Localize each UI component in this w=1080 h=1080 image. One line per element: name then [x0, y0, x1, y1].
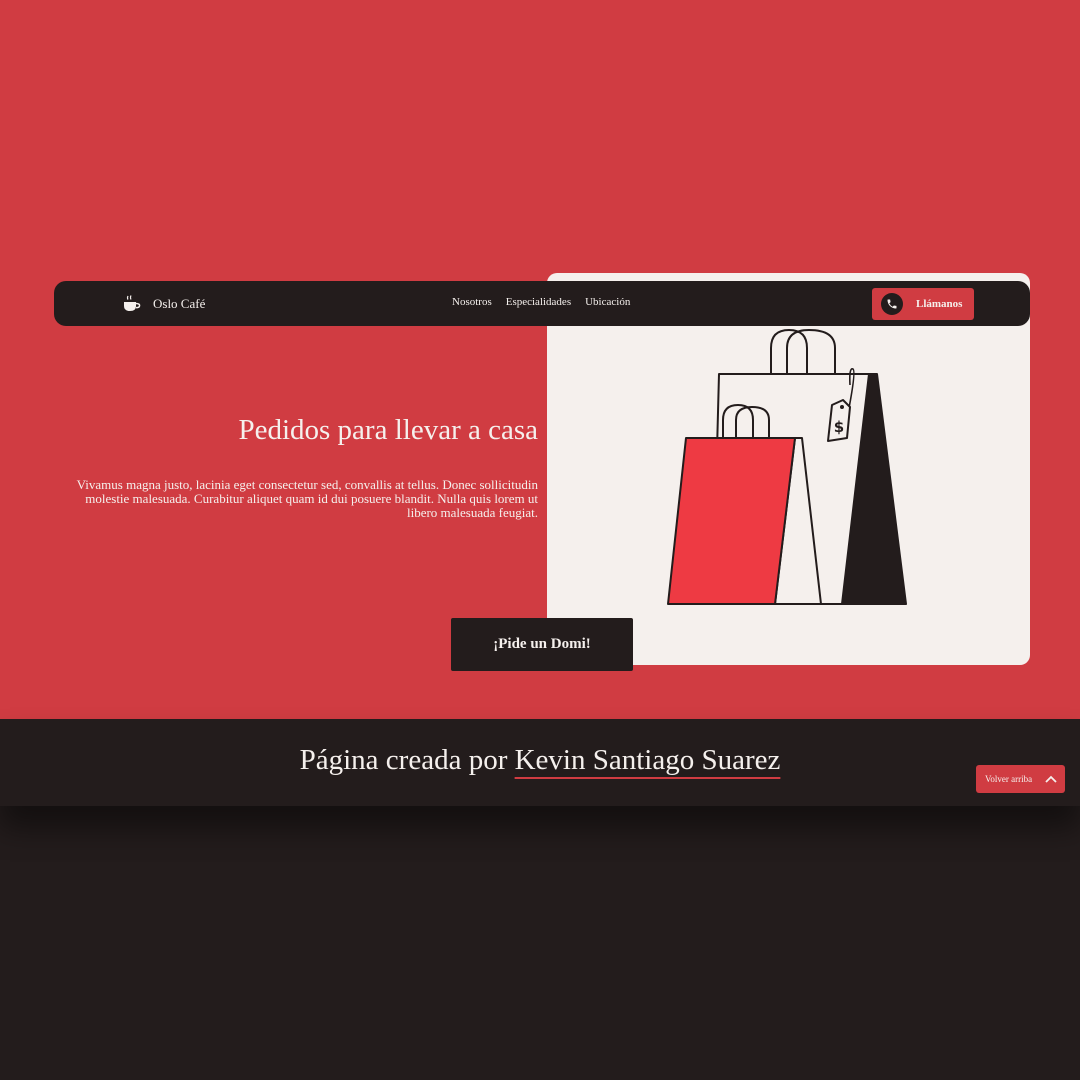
- order-delivery-button[interactable]: ¡Pide un Domi!: [451, 618, 633, 671]
- call-button-label: Llámanos: [916, 298, 963, 310]
- hero-image-card: $: [547, 273, 1030, 665]
- navbar: Oslo Café Nosotros Especialidades Ubicac…: [54, 281, 1030, 326]
- back-to-top-button[interactable]: Volver arriba: [976, 765, 1065, 793]
- footer-credit: Página creada por Kevin Santiago Suarez: [0, 744, 1080, 777]
- coffee-cup-icon: [124, 295, 141, 311]
- call-button[interactable]: Llámanos: [872, 288, 974, 320]
- back-to-top-label: Volver arriba: [985, 774, 1033, 784]
- brand[interactable]: Oslo Café: [122, 294, 205, 313]
- shopping-bags-icon: $: [667, 329, 907, 605]
- hero-title: Pedidos para llevar a casa: [238, 414, 538, 446]
- nav-link-especialidades[interactable]: Especialidades: [506, 296, 571, 308]
- chevron-up-icon: [1045, 775, 1057, 783]
- credit-author-link[interactable]: Kevin Santiago Suarez: [515, 744, 781, 776]
- credit-prefix: Página creada por: [299, 744, 515, 776]
- nav-links: Nosotros Especialidades Ubicación: [452, 296, 630, 308]
- brand-name: Oslo Café: [153, 295, 206, 311]
- price-tag-label: $: [834, 418, 844, 436]
- hero-description: Vivamus magna justo, lacinia eget consec…: [76, 477, 538, 520]
- phone-icon: [881, 293, 903, 315]
- nav-link-ubicacion[interactable]: Ubicación: [585, 296, 630, 308]
- nav-link-nosotros[interactable]: Nosotros: [452, 296, 492, 308]
